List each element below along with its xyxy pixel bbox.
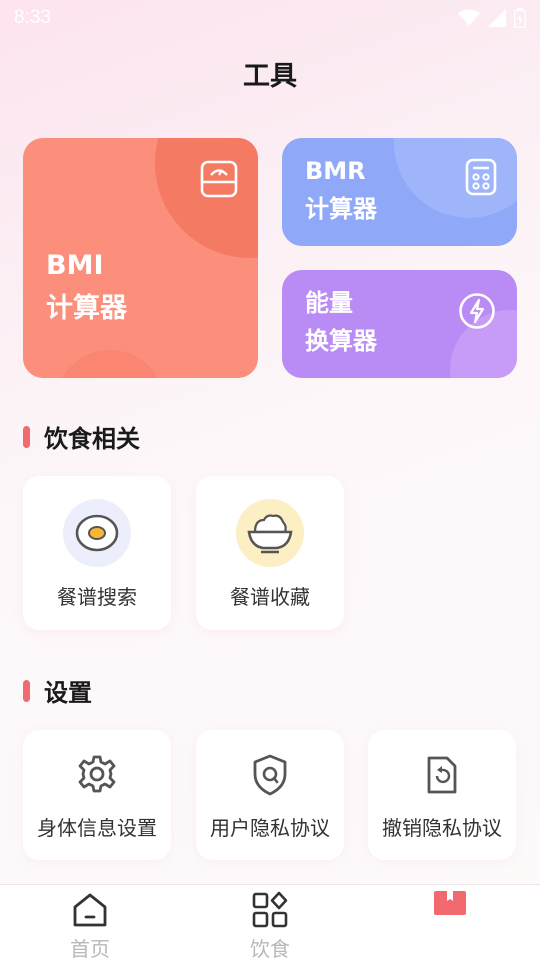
scale-icon xyxy=(200,160,238,198)
nav-item-diet[interactable]: 饮食 xyxy=(180,885,360,960)
bmr-calculator-card[interactable]: BMR 计算器 xyxy=(282,138,517,246)
bmi-card-subtitle: 计算器 xyxy=(46,293,127,325)
recipe-favorites-tile[interactable]: 餐谱收藏 xyxy=(196,476,344,630)
nav-item-home[interactable]: 首页 xyxy=(0,885,180,960)
bmr-card-title: BMR xyxy=(305,157,366,185)
body-info-settings-tile[interactable]: 身体信息设置 xyxy=(23,730,171,860)
revoke-document-icon xyxy=(427,756,457,794)
bmi-card-title: BMI xyxy=(46,250,104,281)
page-title: 工具 xyxy=(243,61,297,92)
diet-section-title: 饮食相关 xyxy=(23,419,140,454)
privacy-policy-label: 用户隐私协议 xyxy=(210,816,330,840)
recipe-favorites-label: 餐谱收藏 xyxy=(230,585,310,609)
home-icon xyxy=(73,893,107,927)
energy-converter-card[interactable]: 能量 换算器 xyxy=(282,270,517,378)
status-bar: 8:33 xyxy=(0,0,540,36)
status-time: 8:33 xyxy=(14,7,51,28)
card-decoration xyxy=(55,350,165,378)
bottom-nav: 首页 饮食 xyxy=(0,884,540,960)
body-info-settings-label: 身体信息设置 xyxy=(37,816,157,840)
bmr-card-subtitle: 计算器 xyxy=(305,195,377,224)
energy-card-label: 能量 换算器 xyxy=(305,284,377,361)
card-decoration xyxy=(155,138,258,258)
signal-icon xyxy=(488,9,506,27)
energy-card-subtitle: 换算器 xyxy=(305,327,377,356)
energy-card-title: 能量 xyxy=(305,289,353,317)
wifi-icon xyxy=(458,9,480,26)
egg-icon xyxy=(63,499,131,567)
settings-section-label: 设置 xyxy=(44,679,92,707)
privacy-policy-tile[interactable]: 用户隐私协议 xyxy=(196,730,344,860)
grid-icon xyxy=(252,891,288,928)
section-marker xyxy=(23,679,30,702)
bmi-calculator-card[interactable]: BMI 计算器 xyxy=(23,138,258,378)
bookmark-icon xyxy=(434,891,466,915)
nav-label-diet: 饮食 xyxy=(250,937,290,960)
settings-section-title: 设置 xyxy=(23,673,92,708)
lightning-icon xyxy=(459,293,495,329)
shield-icon xyxy=(253,754,287,796)
nav-item-tools[interactable] xyxy=(360,885,540,960)
recipe-search-tile[interactable]: 餐谱搜索 xyxy=(23,476,171,630)
rice-bowl-icon xyxy=(236,499,304,567)
section-marker xyxy=(23,425,30,448)
gear-icon xyxy=(78,755,116,793)
status-icons xyxy=(458,8,526,28)
battery-icon xyxy=(514,8,526,28)
revoke-privacy-label: 撤销隐私协议 xyxy=(382,816,502,840)
recipe-search-label: 餐谱搜索 xyxy=(57,585,137,609)
bmi-card-label: BMI 计算器 xyxy=(46,244,127,330)
bmr-card-label: BMR 计算器 xyxy=(305,152,377,229)
calculator-icon xyxy=(465,158,497,196)
nav-label-home: 首页 xyxy=(70,937,110,960)
diet-section-label: 饮食相关 xyxy=(44,425,140,453)
card-decoration xyxy=(394,138,517,218)
revoke-privacy-tile[interactable]: 撤销隐私协议 xyxy=(368,730,516,860)
